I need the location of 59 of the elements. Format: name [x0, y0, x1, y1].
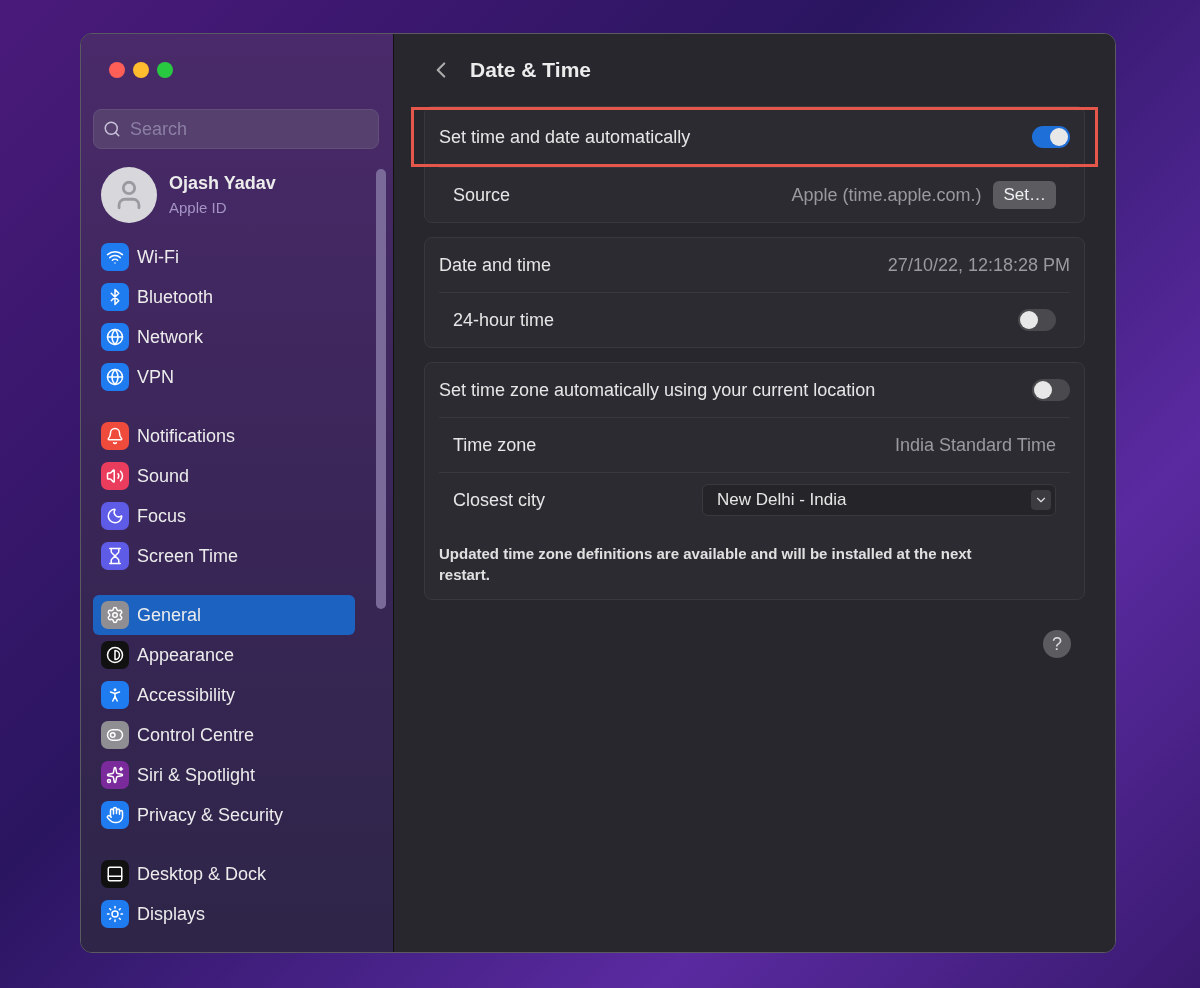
account-name: Ojash Yadav	[169, 172, 276, 196]
minimize-icon[interactable]	[133, 62, 149, 78]
sidebar-item[interactable]: Desktop & Dock	[93, 854, 355, 894]
sidebar-item[interactable]: Wi-Fi	[93, 237, 355, 277]
row-label: Closest city	[453, 488, 546, 512]
accessibility-icon	[101, 681, 129, 709]
row-label: Set time and date automatically	[439, 125, 691, 149]
sidebar-item[interactable]: Siri & Spotlight	[93, 755, 355, 795]
help-button[interactable]: ?	[1043, 630, 1071, 658]
sidebar-item[interactable]: General	[93, 595, 355, 635]
row-label: Set time zone automatically using your current location	[439, 378, 876, 402]
note-text: Updated time zone definitions are available and will be installed at the next restart.	[439, 544, 973, 585]
chevron-down-icon	[1031, 490, 1051, 510]
sidebar-item[interactable]: Privacy & Security	[93, 795, 355, 835]
row-label: Date and time	[439, 253, 552, 277]
set-button[interactable]: Set…	[993, 181, 1056, 209]
sidebar-item[interactable]: Notifications	[93, 416, 355, 456]
sidebar-item[interactable]: Accessibility	[93, 675, 355, 715]
sidebar-item[interactable]: Screen Time	[93, 536, 355, 576]
sidebar-item[interactable]: Displays	[93, 894, 355, 934]
bell-icon	[101, 422, 129, 450]
toggle-switch[interactable]	[1018, 309, 1056, 331]
row-value: India Standard Time	[894, 433, 1056, 457]
page-title: Date & Time	[470, 57, 591, 84]
sidebar-item[interactable]: Network	[93, 317, 355, 357]
sidebar-item[interactable]: Appearance	[93, 635, 355, 675]
sidebar-item[interactable]: Control Centre	[93, 715, 355, 755]
globe-icon	[101, 363, 129, 391]
wifi-icon	[101, 243, 129, 271]
contrast-icon	[101, 641, 129, 669]
sparkle-icon	[101, 761, 129, 789]
search-icon	[103, 120, 121, 138]
row-value: 27/10/22, 12:18:28 PM	[887, 253, 1070, 277]
sun-icon	[101, 900, 129, 928]
account-subtitle: Apple ID	[169, 198, 228, 219]
dock-icon	[101, 860, 129, 888]
sidebar-item[interactable]: Sound	[93, 456, 355, 496]
toggles-icon	[101, 721, 129, 749]
close-icon[interactable]	[109, 62, 125, 78]
sidebar-item[interactable]: Focus	[93, 496, 355, 536]
row-label: Time zone	[453, 433, 537, 457]
toggle-switch[interactable]	[1032, 126, 1070, 148]
hourglass-icon	[101, 542, 129, 570]
search-field[interactable]: Search	[93, 109, 379, 149]
sidebar-item[interactable]: Bluetooth	[93, 277, 355, 317]
hand-icon	[101, 801, 129, 829]
maximize-icon[interactable]	[157, 62, 173, 78]
row-label: Source	[453, 183, 511, 207]
row-label: 24-hour time	[453, 308, 555, 332]
gear-icon	[101, 601, 129, 629]
speaker-icon	[101, 462, 129, 490]
moon-icon	[101, 502, 129, 530]
bluetooth-icon	[101, 283, 129, 311]
toggle-switch[interactable]	[1032, 379, 1070, 401]
row-value: Apple (time.apple.com.)	[791, 183, 982, 207]
globe-icon	[101, 323, 129, 351]
city-select[interactable]: New Delhi - India	[702, 484, 1056, 516]
sidebar-item[interactable]: VPN	[93, 357, 355, 397]
avatar[interactable]	[101, 167, 157, 223]
